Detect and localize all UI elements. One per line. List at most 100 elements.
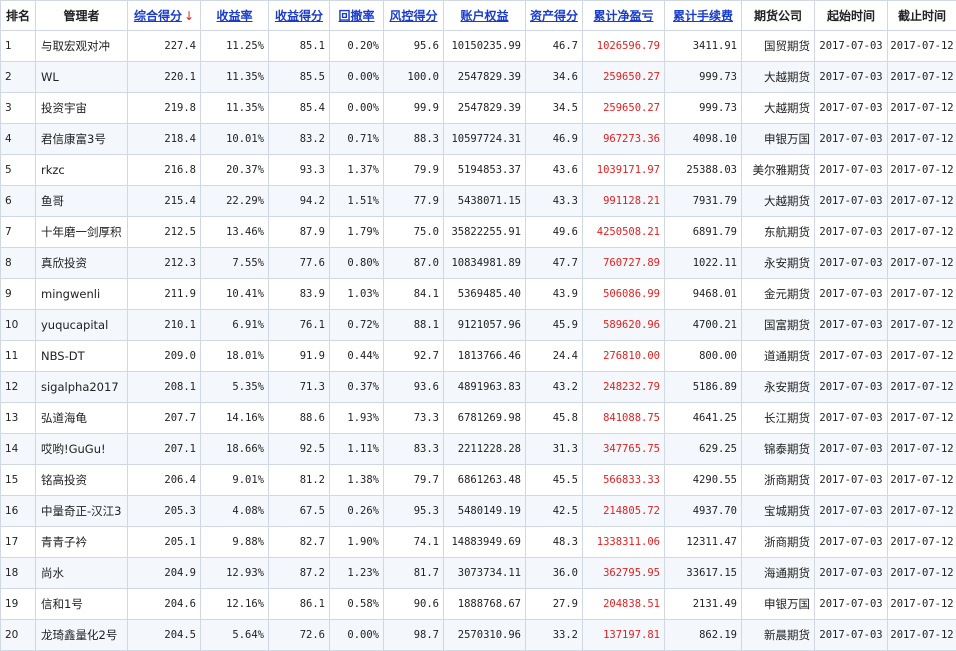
header-row: 排名 管理者 综合得分↓ 收益率 收益得分 回撤率 风控得分 账户权益 资产得分… xyxy=(1,1,956,31)
manager-cell[interactable]: yuqucapital xyxy=(36,310,128,341)
manager-cell[interactable]: 十年磨一剑厚积 xyxy=(36,217,128,248)
net-profit-cell: 967273.36 xyxy=(583,124,665,155)
risk-score-cell: 73.3 xyxy=(384,403,444,434)
end-date-cell: 2017-07-12 xyxy=(888,372,956,403)
risk-score-cell: 88.1 xyxy=(384,310,444,341)
manager-cell[interactable]: sigalpha2017 xyxy=(36,372,128,403)
equity-cell: 3073734.11 xyxy=(444,558,526,589)
start-date-cell: 2017-07-03 xyxy=(815,124,888,155)
total-score-cell: 208.1 xyxy=(128,372,201,403)
fees-cell: 12311.47 xyxy=(665,527,742,558)
net-profit-cell: 589620.96 xyxy=(583,310,665,341)
equity-cell: 2547829.39 xyxy=(444,93,526,124)
drawdown-cell: 0.44% xyxy=(330,341,384,372)
return-score-cell: 81.2 xyxy=(269,465,330,496)
end-date-cell: 2017-07-12 xyxy=(888,620,956,651)
company-cell: 永安期货 xyxy=(742,248,815,279)
fees-cell: 7931.79 xyxy=(665,186,742,217)
return-rate-header[interactable]: 收益率 xyxy=(201,1,269,31)
manager-cell[interactable]: 鱼哥 xyxy=(36,186,128,217)
asset-score-cell: 45.9 xyxy=(526,310,583,341)
total-score-header-label[interactable]: 综合得分 xyxy=(134,9,182,23)
risk-score-cell: 100.0 xyxy=(384,62,444,93)
end-date-cell: 2017-07-12 xyxy=(888,310,956,341)
company-cell: 道通期货 xyxy=(742,341,815,372)
rank-cell: 15 xyxy=(1,465,36,496)
manager-cell[interactable]: 与取宏观对冲 xyxy=(36,31,128,62)
asset-score-cell: 45.5 xyxy=(526,465,583,496)
fees-header[interactable]: 累计手续费 xyxy=(665,1,742,31)
net-profit-cell: 566833.33 xyxy=(583,465,665,496)
drawdown-cell: 1.23% xyxy=(330,558,384,589)
risk-score-cell: 98.7 xyxy=(384,620,444,651)
manager-cell[interactable]: 信和1号 xyxy=(36,589,128,620)
manager-cell[interactable]: 青青子衿 xyxy=(36,527,128,558)
manager-cell[interactable]: 投资宇宙 xyxy=(36,93,128,124)
return-score-cell: 93.3 xyxy=(269,155,330,186)
manager-cell[interactable]: 哎哟!GuGu! xyxy=(36,434,128,465)
return-score-cell: 88.6 xyxy=(269,403,330,434)
company-cell: 长江期货 xyxy=(742,403,815,434)
rank-cell: 12 xyxy=(1,372,36,403)
company-header: 期货公司 xyxy=(742,1,815,31)
asset-score-cell: 47.7 xyxy=(526,248,583,279)
asset-score-cell: 34.6 xyxy=(526,62,583,93)
drawdown-cell: 0.72% xyxy=(330,310,384,341)
risk-score-cell: 99.9 xyxy=(384,93,444,124)
manager-cell[interactable]: 弘道海龟 xyxy=(36,403,128,434)
risk-score-cell: 95.3 xyxy=(384,496,444,527)
end-date-cell: 2017-07-12 xyxy=(888,403,956,434)
manager-cell[interactable]: NBS-DT xyxy=(36,341,128,372)
risk-score-cell: 83.3 xyxy=(384,434,444,465)
drawdown-header[interactable]: 回撤率 xyxy=(330,1,384,31)
rank-cell: 11 xyxy=(1,341,36,372)
equity-cell: 2547829.39 xyxy=(444,62,526,93)
equity-cell: 35822255.91 xyxy=(444,217,526,248)
manager-cell[interactable]: 君信康富3号 xyxy=(36,124,128,155)
asset-score-header[interactable]: 资产得分 xyxy=(526,1,583,31)
equity-cell: 2211228.28 xyxy=(444,434,526,465)
return-rate-cell: 20.37% xyxy=(201,155,269,186)
start-date-cell: 2017-07-03 xyxy=(815,558,888,589)
end-date-cell: 2017-07-12 xyxy=(888,527,956,558)
drawdown-cell: 1.79% xyxy=(330,217,384,248)
fees-cell: 629.25 xyxy=(665,434,742,465)
sort-desc-arrow-icon[interactable]: ↓ xyxy=(184,9,194,23)
risk-score-cell: 92.7 xyxy=(384,341,444,372)
manager-cell[interactable]: 铭高投资 xyxy=(36,465,128,496)
net-profit-cell: 362795.95 xyxy=(583,558,665,589)
net-profit-cell: 259650.27 xyxy=(583,62,665,93)
table-row: 8真欣投资212.37.55%77.60.80%87.010834981.894… xyxy=(1,248,956,279)
manager-cell[interactable]: 尚水 xyxy=(36,558,128,589)
risk-score-cell: 95.6 xyxy=(384,31,444,62)
end-date-cell: 2017-07-12 xyxy=(888,434,956,465)
manager-cell[interactable]: 中量奇正-汉江3 xyxy=(36,496,128,527)
company-cell: 申银万国 xyxy=(742,124,815,155)
return-score-header[interactable]: 收益得分 xyxy=(269,1,330,31)
start-date-cell: 2017-07-03 xyxy=(815,620,888,651)
rank-cell: 4 xyxy=(1,124,36,155)
asset-score-cell: 34.5 xyxy=(526,93,583,124)
start-date-cell: 2017-07-03 xyxy=(815,589,888,620)
net-profit-header[interactable]: 累计净盈亏 xyxy=(583,1,665,31)
return-score-cell: 87.9 xyxy=(269,217,330,248)
drawdown-cell: 0.26% xyxy=(330,496,384,527)
manager-cell[interactable]: 真欣投资 xyxy=(36,248,128,279)
manager-cell[interactable]: 龙琦鑫量化2号 xyxy=(36,620,128,651)
drawdown-cell: 0.00% xyxy=(330,620,384,651)
net-profit-cell: 347765.75 xyxy=(583,434,665,465)
rank-cell: 3 xyxy=(1,93,36,124)
company-cell: 锦泰期货 xyxy=(742,434,815,465)
total-score-header[interactable]: 综合得分↓ xyxy=(128,1,201,31)
net-profit-cell: 204838.51 xyxy=(583,589,665,620)
fees-cell: 800.00 xyxy=(665,341,742,372)
end-date-cell: 2017-07-12 xyxy=(888,558,956,589)
risk-score-header[interactable]: 风控得分 xyxy=(384,1,444,31)
start-date-cell: 2017-07-03 xyxy=(815,310,888,341)
company-cell: 宝城期货 xyxy=(742,496,815,527)
equity-header[interactable]: 账户权益 xyxy=(444,1,526,31)
manager-cell[interactable]: mingwenli xyxy=(36,279,128,310)
manager-cell[interactable]: rkzc xyxy=(36,155,128,186)
table-row: 13弘道海龟207.714.16%88.61.93%73.36781269.98… xyxy=(1,403,956,434)
manager-cell[interactable]: WL xyxy=(36,62,128,93)
